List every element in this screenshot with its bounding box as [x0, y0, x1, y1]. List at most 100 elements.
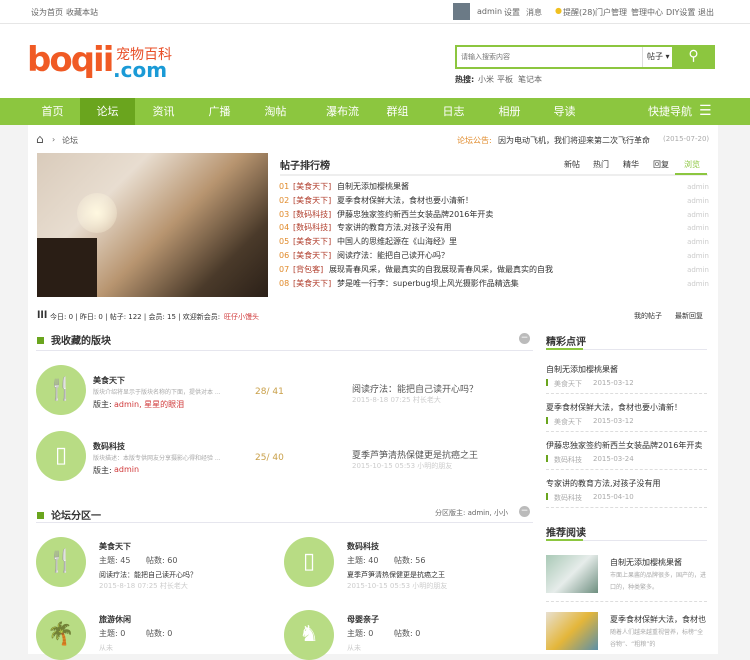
article-thumbnail[interactable] — [546, 612, 598, 650]
review-title-link[interactable]: 伊藤忠独家签约新西兰女装品牌2016年开卖 — [546, 440, 702, 451]
moderator-links[interactable]: admin — [114, 465, 139, 474]
collapse-icon[interactable]: − — [519, 506, 530, 517]
tab-views[interactable]: 浏览 — [684, 159, 700, 170]
forum-name-link[interactable]: 美食天下 — [93, 375, 125, 386]
tab-replies[interactable]: 回复 — [653, 159, 669, 170]
review-title-link[interactable]: 自制无添加樱桃果酱 — [546, 364, 618, 375]
category-link[interactable]: [数码科技] — [293, 208, 331, 222]
home-icon[interactable]: ⌂ — [36, 132, 44, 146]
nav-news[interactable]: 资讯 — [136, 98, 191, 125]
forum-name-link[interactable]: 美食天下 — [99, 541, 131, 552]
ranking-item[interactable]: 07 [背包客] 展现青春风采，做最真实的自我展现青春风采，做最真实的自我 admin — [279, 263, 709, 277]
bookmark-link[interactable]: 收藏本站 — [66, 7, 98, 18]
thread-title-link[interactable]: 自制无添加樱桃果酱 — [337, 180, 409, 194]
author-link[interactable]: admin — [687, 180, 709, 194]
nav-blogs[interactable]: 日志 — [426, 98, 481, 125]
breadcrumb-current[interactable]: 论坛 — [62, 135, 78, 146]
category-link[interactable]: [美食天下] — [293, 235, 331, 249]
forum-icon[interactable]: 🌴 — [36, 610, 86, 660]
nav-waterfall[interactable]: 瀑布流 — [310, 98, 375, 125]
thread-title-link[interactable]: 梦是唯一行李：superbug坝上风光摄影作品精选集 — [337, 277, 519, 291]
forum-icon[interactable]: ▯ — [284, 537, 334, 587]
forum-icon[interactable]: 🍴 — [36, 537, 86, 587]
moderator-links[interactable]: admin, 星星的眼泪 — [114, 399, 184, 410]
ranking-item[interactable]: 06 [美食天下] 阅读疗法：能把自己读开心吗？ admin — [279, 249, 709, 263]
notice-text[interactable]: 因为电动飞机，我们将迎来第二次飞行革命 — [498, 135, 650, 146]
forum-icon[interactable]: ♞ — [284, 610, 334, 660]
search-input[interactable] — [461, 49, 641, 65]
thread-title-link[interactable]: 夏季食材保鲜大法，食材也要小清新！ — [337, 194, 473, 208]
logout-link[interactable]: 退出 — [698, 7, 714, 18]
messages-link[interactable]: 消息 — [526, 7, 542, 18]
tab-hot[interactable]: 热门 — [593, 159, 609, 170]
featured-image[interactable] — [37, 153, 268, 297]
ranking-item[interactable]: 02 [美食天下] 夏季食材保鲜大法，食材也要小清新！ admin — [279, 194, 709, 208]
search-button[interactable]: ⚲ — [672, 45, 715, 69]
nav-albums[interactable]: 相册 — [482, 98, 537, 125]
thread-title-link[interactable]: 阅读疗法：能把自己读开心吗？ — [337, 249, 449, 263]
author-link[interactable]: admin — [687, 263, 709, 277]
article-title-link[interactable]: 自制无添加樱桃果酱 — [610, 557, 710, 568]
category-link[interactable]: [美食天下] — [293, 194, 331, 208]
nav-collections[interactable]: 淘帖 — [248, 98, 303, 125]
forum-name-link[interactable]: 旅游休闲 — [99, 614, 131, 625]
ranking-item[interactable]: 05 [美食天下] 中国人的思维起源在《山海经》里 admin — [279, 235, 709, 249]
tab-new[interactable]: 新帖 — [564, 159, 580, 170]
category-link[interactable]: [背包客] — [293, 263, 323, 277]
article-title-link[interactable]: 夏季食材保鲜大法，食材也 — [610, 614, 710, 625]
review-title-link[interactable]: 专家讲的教育方法,对孩子没有用 — [546, 478, 661, 489]
last-post-link[interactable]: 夏季芦笋清热保健更是抗癌之王 — [352, 448, 478, 461]
quick-nav[interactable]: 快捷导航 — [640, 98, 700, 125]
portal-admin-link[interactable]: 门户管理 — [595, 7, 627, 18]
author-link[interactable]: admin — [687, 194, 709, 208]
admin-center-link[interactable]: 管理中心 — [631, 7, 663, 18]
nav-forum[interactable]: 论坛 — [80, 98, 135, 125]
author-link[interactable]: admin — [687, 277, 709, 291]
thread-title-link[interactable]: 展现青春风采，做最真实的自我展现青春风采，做最真实的自我 — [329, 263, 553, 277]
avatar[interactable] — [453, 3, 470, 20]
collapse-icon[interactable]: − — [519, 333, 530, 344]
logo[interactable]: boqii — [27, 40, 114, 80]
last-post-link[interactable]: 阅读疗法：能把自己读开心吗？ — [352, 382, 478, 395]
ranking-item[interactable]: 08 [美食天下] 梦是唯一行李：superbug坝上风光摄影作品精选集 admin — [279, 277, 709, 291]
article-thumbnail[interactable] — [546, 555, 598, 593]
username-link[interactable]: admin — [477, 7, 502, 16]
my-posts-link[interactable]: 我的帖子 — [634, 311, 662, 321]
author-link[interactable]: admin — [687, 208, 709, 222]
category-link[interactable]: [美食天下] — [293, 180, 331, 194]
author-link[interactable]: admin — [687, 249, 709, 263]
forum-name-link[interactable]: 数码科技 — [93, 441, 125, 452]
forum-name-link[interactable]: 数码科技 — [347, 541, 379, 552]
nav-groups[interactable]: 群组 — [370, 98, 425, 125]
thread-title-link[interactable]: 伊藤忠独家签约新西兰女装品牌2016年开卖 — [337, 208, 493, 222]
ranking-item[interactable]: 01 [美食天下] 自制无添加樱桃果酱 admin — [279, 180, 709, 194]
author-link[interactable]: admin — [687, 221, 709, 235]
author-link[interactable]: admin — [687, 235, 709, 249]
last-post-link[interactable]: 阅读疗法：能把自己读开心吗？ — [99, 570, 197, 580]
nav-home[interactable]: 首页 — [25, 98, 80, 125]
settings-link[interactable]: 设置 — [504, 7, 520, 18]
category-link[interactable]: [数码科技] — [293, 221, 331, 235]
search-type-select[interactable]: 帖子 ▾ — [642, 47, 670, 67]
menu-icon[interactable]: ☰ — [699, 103, 712, 119]
review-title-link[interactable]: 夏季食材保鲜大法，食材也要小清新！ — [546, 402, 682, 413]
forum-name-link[interactable]: 母婴亲子 — [347, 614, 379, 625]
nav-broadcast[interactable]: 广播 — [192, 98, 247, 125]
latest-replies-link[interactable]: 最新回复 — [675, 311, 703, 321]
ranking-item[interactable]: 04 [数码科技] 专家讲的教育方法,对孩子没有用 admin — [279, 221, 709, 235]
newest-member-link[interactable]: 旺仔小馒头 — [224, 312, 259, 322]
forum-icon[interactable]: 🍴 — [36, 365, 86, 415]
nav-guide[interactable]: 导读 — [537, 98, 592, 125]
ranking-item[interactable]: 03 [数码科技] 伊藤忠独家签约新西兰女装品牌2016年开卖 admin — [279, 208, 709, 222]
category-link[interactable]: [美食天下] — [293, 277, 331, 291]
hot-search-link[interactable]: 平板 — [497, 74, 513, 85]
review-category[interactable]: 数码科技 — [554, 493, 582, 503]
hot-search-link[interactable]: 小米 — [478, 74, 494, 85]
last-post-link[interactable]: 夏季芦笋清热保健更是抗癌之王 — [347, 570, 445, 580]
thread-title-link[interactable]: 专家讲的教育方法,对孩子没有用 — [337, 221, 452, 235]
review-category[interactable]: 数码科技 — [554, 455, 582, 465]
review-category[interactable]: 美食天下 — [554, 379, 582, 389]
set-homepage-link[interactable]: 设为首页 — [31, 7, 63, 18]
diy-settings-link[interactable]: DIY设置 — [666, 7, 695, 18]
tab-digest[interactable]: 精华 — [623, 159, 639, 170]
